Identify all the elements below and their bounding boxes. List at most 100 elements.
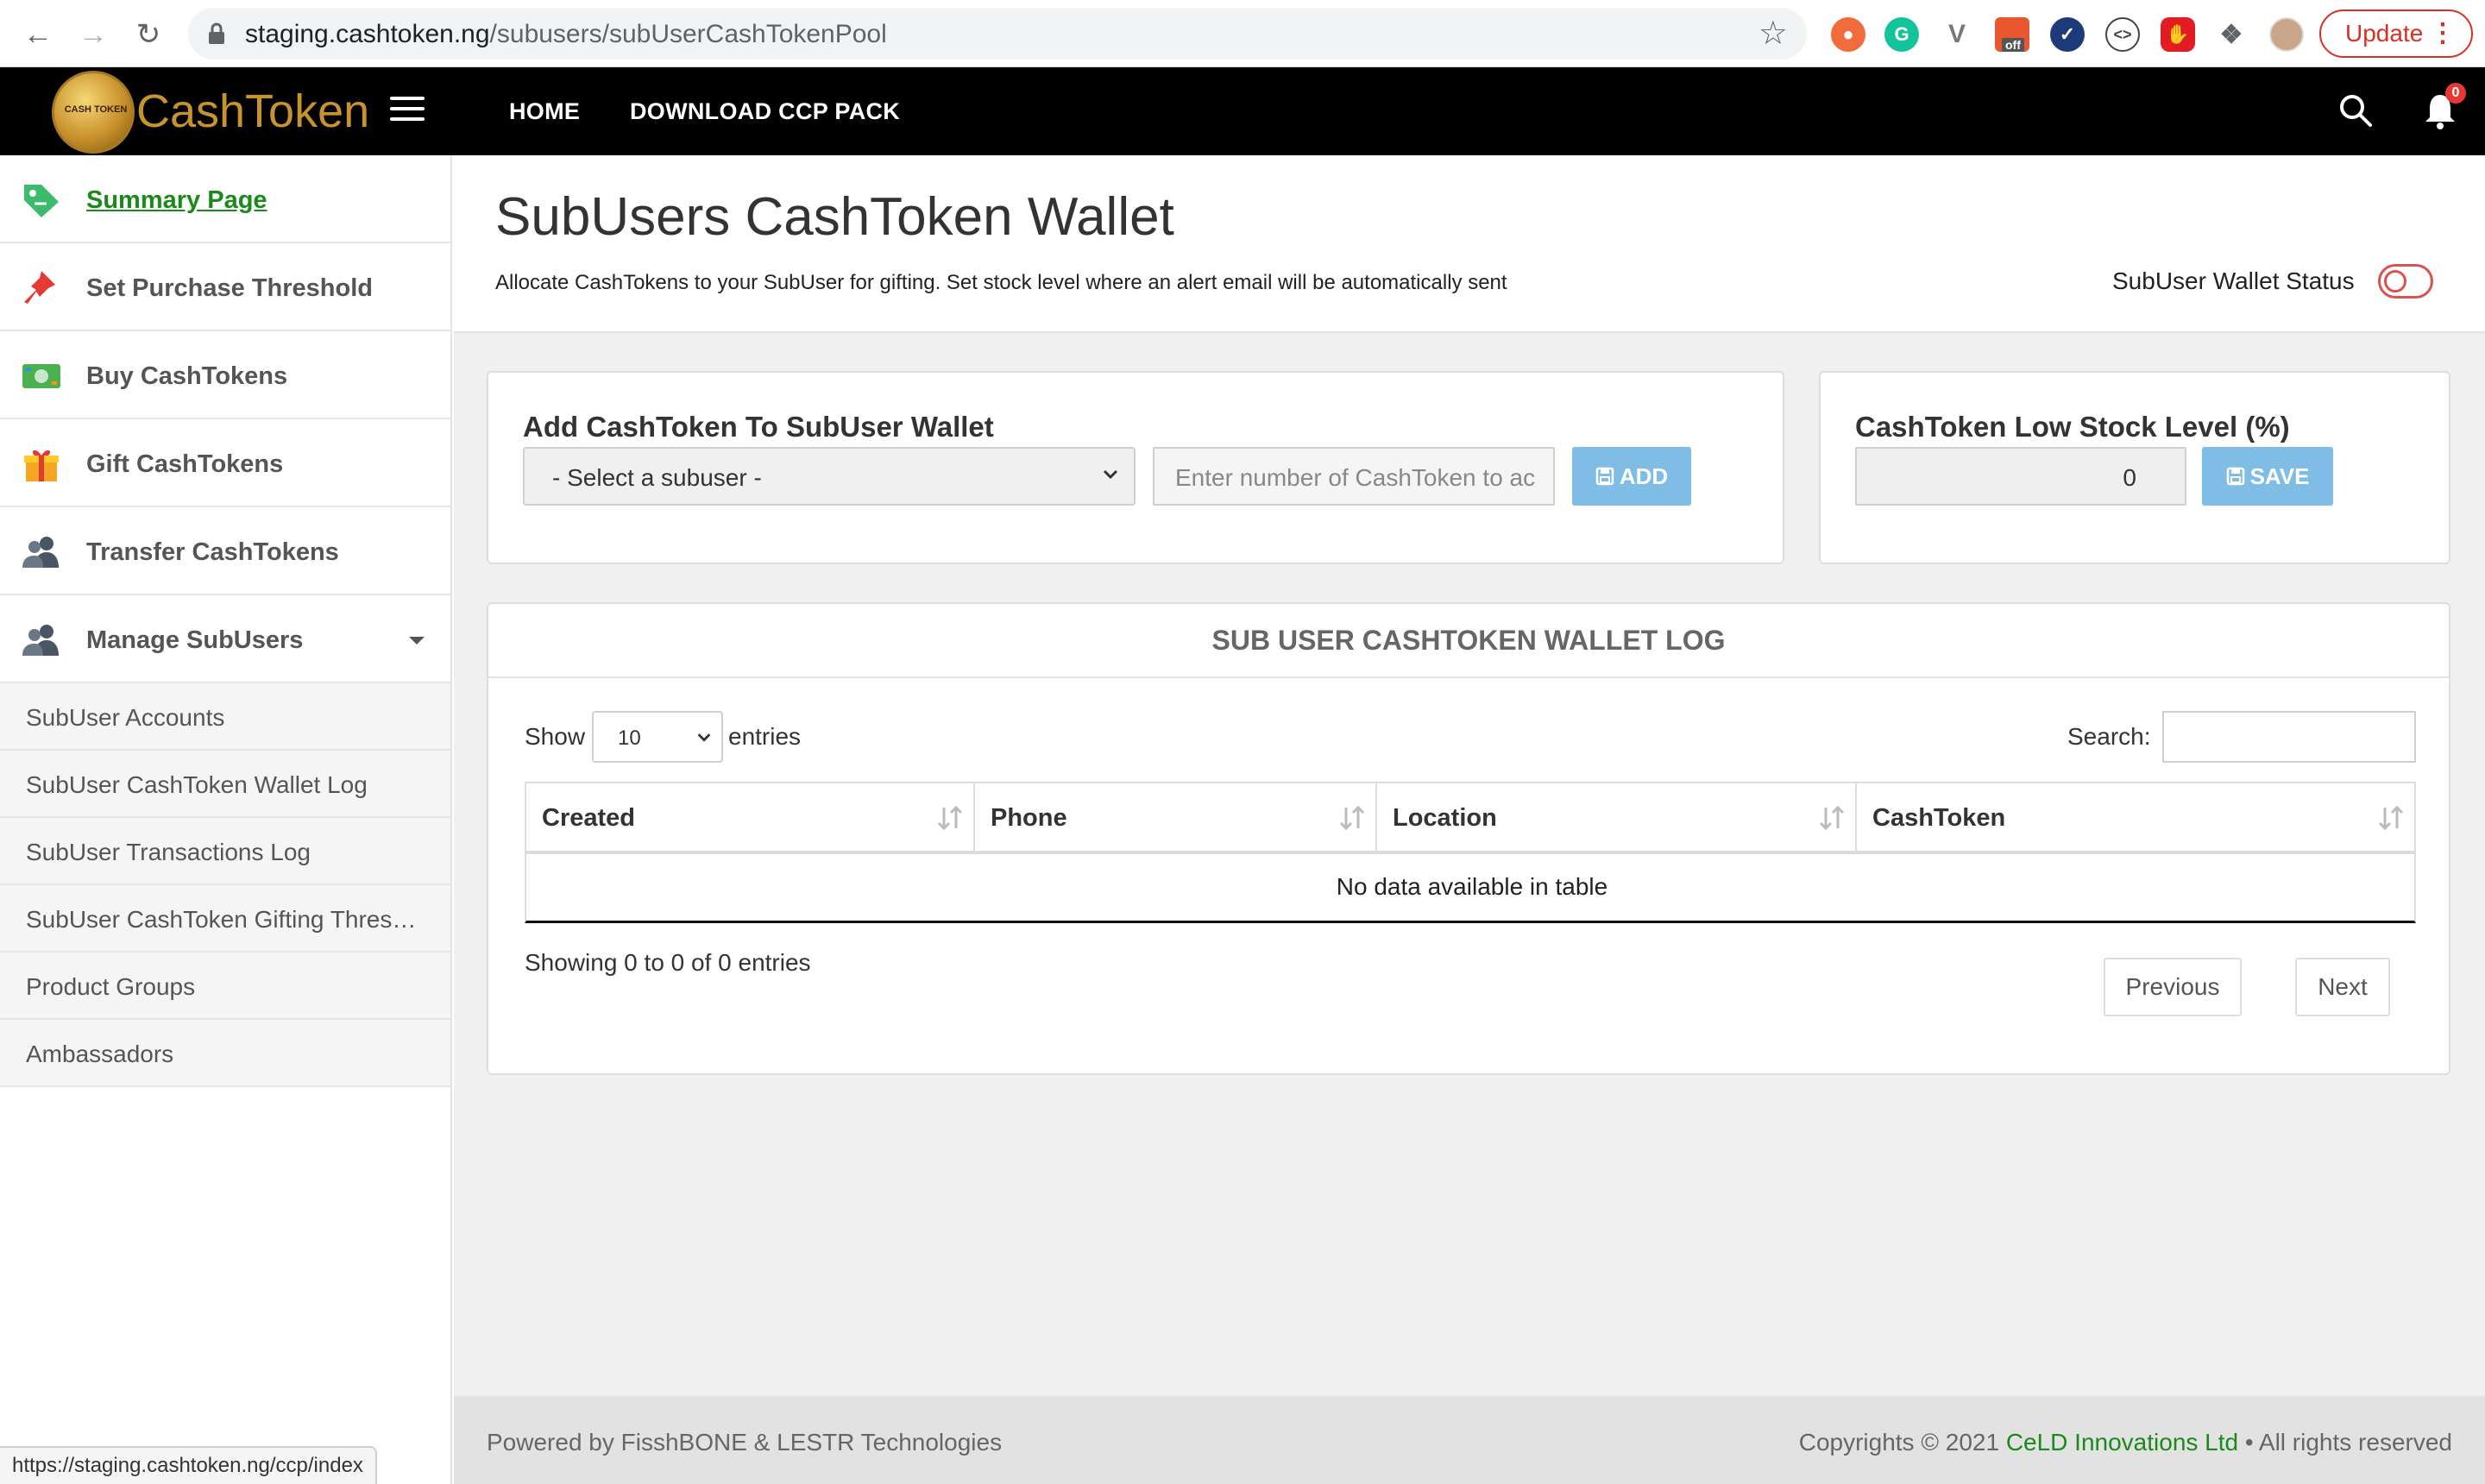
sort-arrows-icon [1819,805,1845,831]
puzzle-extensions-icon[interactable]: ❖ [2214,17,2249,52]
sidebar-item-label: Buy CashTokens [86,362,288,390]
low-stock-title: CashToken Low Stock Level (%) [1855,411,2290,443]
forward-arrow-icon[interactable]: → [74,16,112,53]
banknote-icon [22,364,60,388]
column-header-created[interactable]: Created [526,783,975,852]
add-button[interactable]: ADD [1572,447,1691,506]
sidebar-subitem-label: Product Groups [26,973,196,1000]
entries-label: entries [728,723,802,750]
page-header: SubUsers CashToken Wallet Allocate CashT… [454,155,2485,333]
sidebar-subitem-transactions-log[interactable]: SubUser Transactions Log [0,818,450,885]
table-header-row: Created Phone Location CashToken [525,782,2416,854]
sidebar-subitem-label: Ambassadors [26,1041,174,1067]
url-host: staging.cashtoken.ng [245,20,490,48]
address-bar[interactable]: staging.cashtoken.ng/subusers/subUserCas… [188,8,1807,60]
url-text: staging.cashtoken.ng/subusers/subUserCas… [245,20,887,49]
sidebar-subitem-label: SubUser CashToken Wallet Log [26,771,368,798]
page-title: SubUsers CashToken Wallet [495,187,1174,247]
page-footer: Powered by FisshBONE & LESTR Technologie… [454,1396,2485,1484]
reload-icon[interactable]: ↻ [129,16,167,53]
sidebar-subitem-label: SubUser CashToken Gifting Thres… [26,906,417,933]
chevron-down-icon [697,733,711,742]
search-icon[interactable] [2338,93,2373,128]
sidebar-item-summary[interactable]: Summary Page [0,155,450,243]
wallet-status-toggle[interactable] [2378,264,2433,299]
column-header-cashtoken[interactable]: CashToken [1857,783,2414,852]
add-cashtoken-card: Add CashToken To SubUser Wallet - Select… [487,371,1784,564]
sidebar-item-label: Summary Page [86,186,267,214]
sidebar-item-transfer-cashtokens[interactable]: Transfer CashTokens [0,507,450,595]
nav-home-link[interactable]: HOME [509,98,580,125]
sidebar-subitem-subuser-accounts[interactable]: SubUser Accounts [0,683,450,751]
extension-orange-icon[interactable]: ● [1831,17,1865,52]
back-arrow-icon[interactable]: ← [19,16,57,53]
profile-avatar[interactable] [2269,17,2304,52]
browser-status-url: https://staging.cashtoken.ng/ccp/index [0,1446,377,1484]
more-vertical-icon[interactable]: ⋮ [2430,18,2456,49]
sidebar-item-label: Gift CashTokens [86,450,284,478]
sidebar-subitem-product-groups[interactable]: Product Groups [0,953,450,1020]
table-search-input[interactable] [2162,711,2416,763]
gift-icon [24,450,59,481]
cashtoken-amount-placeholder: Enter number of CashToken to ac [1175,464,1536,491]
checkmark-shield-icon[interactable]: ✓ [2050,17,2085,52]
wallet-status-label: SubUser Wallet Status [2112,267,2355,294]
floppy-disk-icon [1595,467,1614,486]
log-title: SUB USER CASHTOKEN WALLET LOG [1211,625,1726,656]
sidebar-item-manage-subusers[interactable]: Manage SubUsers [0,595,450,683]
subuser-select[interactable]: - Select a subuser - [523,447,1136,506]
hamburger-menu-icon[interactable] [390,97,425,123]
update-button[interactable]: Update ⋮ [2319,9,2473,58]
pagination-next-button[interactable]: Next [2295,958,2390,1016]
column-header-label: Created [542,804,635,832]
notification-count-badge: 0 [2445,83,2466,104]
pagination-previous-button[interactable]: Previous [2104,958,2242,1016]
toggle-knob [2384,270,2406,292]
extension-off-icon[interactable]: off [1995,17,2029,52]
sidebar-item-set-purchase-threshold[interactable]: Set Purchase Threshold [0,243,450,331]
sort-arrows-icon [937,805,963,831]
sort-arrows-icon [1339,805,1365,831]
vimeo-v-icon[interactable]: V [1940,17,1974,52]
sidebar-item-gift-cashtokens[interactable]: Gift CashTokens [0,419,450,507]
show-label: Show [525,723,586,750]
nav-download-ccp-link[interactable]: DOWNLOAD CCP PACK [630,98,900,125]
sidebar-subitem-ambassadors[interactable]: Ambassadors [0,1020,450,1087]
footer-copyright-suffix: • All rights reserved [2238,1429,2452,1456]
low-stock-input[interactable]: 0 [1855,447,2186,506]
column-header-location[interactable]: Location [1377,783,1857,852]
chevron-down-icon [1103,469,1118,480]
bookmark-star-icon[interactable]: ☆ [1758,16,1788,51]
sidebar-subitem-wallet-log[interactable]: SubUser CashToken Wallet Log [0,751,450,818]
footer-company-link[interactable]: CeLD Innovations Ltd [2006,1429,2238,1456]
browser-toolbar: ← → ↻ staging.cashtoken.ng/subusers/subU… [0,0,2485,67]
save-button-label: SAVE [2249,462,2310,489]
table-empty-row: No data available in table [525,854,2416,923]
code-brackets-icon[interactable]: <> [2105,17,2140,52]
add-card-title: Add CashToken To SubUser Wallet [523,411,994,443]
footer-copyright-prefix: Copyrights © 2021 [1798,1429,2006,1456]
entries-per-page-select[interactable]: 10 [592,711,723,763]
cashtoken-amount-input[interactable]: Enter number of CashToken to ac [1153,447,1555,506]
pushpin-icon [24,271,55,304]
log-title-bar: SUB USER CASHTOKEN WALLET LOG [488,604,2449,678]
lock-icon [209,22,224,44]
grammarly-icon[interactable]: G [1884,17,1919,52]
sidebar-item-label: Manage SubUsers [86,626,304,654]
sidebar-subitem-gifting-threshold[interactable]: SubUser CashToken Gifting Thres… [0,885,450,953]
table-showing-info: Showing 0 to 0 of 0 entries [525,949,811,976]
users-icon [22,537,59,568]
entries-select-value: 10 [618,726,641,750]
floppy-disk-icon [2226,467,2244,486]
url-path: /subusers/subUserCashTokenPool [489,20,887,48]
users-icon [22,625,59,656]
sidebar: Summary Page Set Purchase Threshold Buy … [0,155,452,1484]
column-header-phone[interactable]: Phone [975,783,1377,852]
logo-text[interactable]: CashToken [136,85,369,138]
adblock-hand-icon[interactable]: ✋ [2161,17,2195,52]
sidebar-item-buy-cashtokens[interactable]: Buy CashTokens [0,331,450,419]
extension-off-badge: off [2002,38,2024,52]
sidebar-subitem-label: SubUser Transactions Log [26,839,311,865]
low-stock-value: 0 [2123,464,2136,491]
save-button[interactable]: SAVE [2202,447,2333,506]
